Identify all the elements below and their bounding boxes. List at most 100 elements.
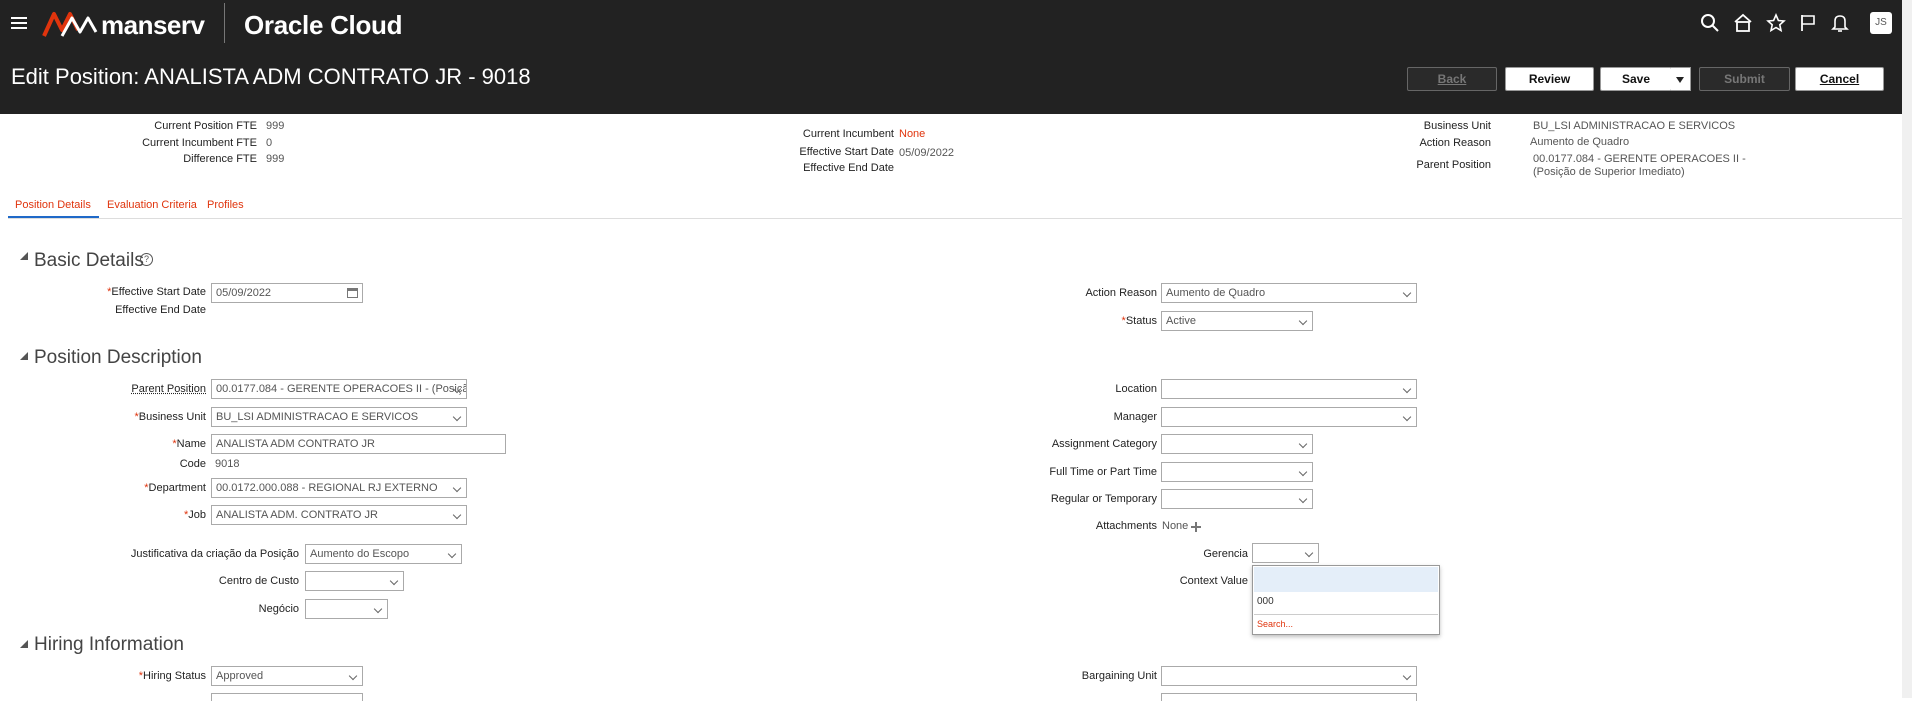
effective-start-date-input[interactable]: 05/09/2022 (211, 283, 363, 303)
manserv-logo-icon (42, 10, 98, 38)
job-select[interactable]: ANALISTA ADM. CONTRATO JR (211, 505, 467, 525)
add-attachment-icon[interactable] (1191, 522, 1201, 532)
current-incumbent-value[interactable]: None (899, 128, 925, 140)
full-part-time-select[interactable] (1161, 462, 1313, 482)
search-icon[interactable] (1700, 13, 1720, 33)
code-value: 9018 (215, 458, 239, 470)
manager-field-label: Manager (1114, 411, 1157, 423)
dropdown-search-link[interactable]: Search... (1257, 619, 1293, 629)
gerencia-dropdown-list: 000 Search... (1252, 565, 1440, 635)
hiring-status-field-label: *Hiring Status (139, 670, 206, 682)
effective-start-date-field-label: *Effective Start Date (107, 286, 206, 298)
full-part-time-field-label: Full Time or Part Time (1049, 466, 1157, 478)
parent-position-field-label[interactable]: Parent Position (131, 383, 206, 395)
submit-button[interactable]: Submit (1699, 67, 1790, 91)
status-field-label: *Status (1122, 315, 1157, 327)
tab-evaluation-criteria[interactable]: Evaluation Criteria (107, 199, 197, 211)
code-field-label: Code (180, 458, 206, 470)
global-header: manserv Oracle Cloud JS Edit Position: A… (0, 0, 1902, 114)
bell-icon[interactable] (1830, 13, 1850, 33)
flag-icon[interactable] (1798, 13, 1818, 33)
assignment-category-select[interactable] (1161, 434, 1313, 454)
hiring-status-select[interactable]: Approved (211, 666, 363, 686)
product-name[interactable]: Oracle Cloud (244, 10, 402, 41)
hiring-information-title: Hiring Information (34, 634, 184, 656)
save-options-chevron-down-icon[interactable] (1671, 67, 1691, 91)
name-field-label: *Name (172, 438, 206, 450)
home-icon[interactable] (1733, 13, 1753, 33)
difference-fte-label: Difference FTE (183, 153, 257, 165)
help-icon[interactable]: ? (140, 253, 153, 266)
save-button[interactable]: Save (1600, 67, 1672, 91)
current-position-fte-value: 999 (266, 120, 284, 132)
difference-fte-value: 999 (266, 153, 284, 165)
parent-position-value-line2: (Posição de Superior Imediato) (1533, 166, 1685, 178)
action-reason-value: Aumento de Quadro (1530, 136, 1629, 148)
effective-end-date-label: Effective End Date (803, 162, 894, 174)
basic-details-title: Basic Details (34, 250, 144, 272)
context-value-field-label: Context Value (1180, 575, 1248, 587)
attachments-field-label: Attachments (1096, 520, 1157, 532)
menu-icon[interactable] (11, 17, 27, 30)
tab-divider (8, 218, 1902, 219)
effective-end-date-field-label: Effective End Date (115, 304, 206, 316)
star-icon[interactable] (1766, 13, 1786, 33)
current-incumbent-label: Current Incumbent (803, 128, 894, 140)
department-select[interactable]: 00.0172.000.088 - REGIONAL RJ EXTERNO (211, 478, 467, 498)
back-button[interactable]: Back (1407, 67, 1497, 91)
action-reason-label: Action Reason (1419, 137, 1491, 149)
gerencia-select[interactable] (1252, 543, 1319, 563)
next-row-field-partial-right[interactable] (1161, 693, 1417, 701)
attachments-value: None (1162, 520, 1188, 532)
scrollbar-track[interactable] (1902, 0, 1912, 698)
bargaining-unit-select[interactable] (1161, 666, 1417, 686)
gerencia-option-blank[interactable] (1254, 567, 1438, 592)
tab-position-details[interactable]: Position Details (15, 199, 91, 211)
regular-temporary-select[interactable] (1161, 489, 1313, 509)
location-field-label: Location (1115, 383, 1157, 395)
calendar-icon[interactable] (347, 288, 358, 298)
action-reason-select[interactable]: Aumento de Quadro (1161, 283, 1417, 303)
user-avatar[interactable]: JS (1870, 12, 1892, 34)
current-position-fte-label: Current Position FTE (154, 120, 257, 132)
collapse-basic-details-icon[interactable] (20, 252, 28, 260)
business-unit-select[interactable]: BU_LSI ADMINISTRACAO E SERVICOS (211, 407, 467, 427)
effective-start-date-value: 05/09/2022 (899, 147, 954, 159)
collapse-position-description-icon[interactable] (20, 352, 28, 360)
name-input[interactable]: ANALISTA ADM CONTRATO JR (211, 434, 506, 454)
negocio-field-label: Negócio (259, 603, 299, 615)
next-row-field-partial[interactable] (211, 693, 363, 701)
assignment-category-field-label: Assignment Category (1052, 438, 1157, 450)
status-select[interactable]: Active (1161, 311, 1313, 331)
negocio-select[interactable] (305, 599, 388, 619)
position-description-title: Position Description (34, 347, 202, 369)
current-incumbent-fte-value: 0 (266, 137, 272, 149)
justificativa-field-label: Justificativa da criação da Posição (131, 548, 299, 560)
bargaining-unit-field-label: Bargaining Unit (1082, 670, 1157, 682)
parent-position-select[interactable]: 00.0177.084 - GERENTE OPERACOES II - (Po… (211, 379, 467, 399)
business-unit-label: Business Unit (1424, 120, 1491, 132)
business-unit-value: BU_LSI ADMINISTRACAO E SERVICOS (1533, 120, 1735, 132)
parent-position-value-line1: 00.0177.084 - GERENTE OPERACOES II - (1533, 153, 1746, 165)
effective-start-date-label: Effective Start Date (799, 146, 894, 158)
tab-profiles[interactable]: Profiles (207, 199, 244, 211)
manager-select[interactable] (1161, 407, 1417, 427)
cancel-button[interactable]: Cancel (1795, 67, 1884, 91)
gerencia-option-000[interactable]: 000 (1257, 596, 1274, 607)
parent-position-label: Parent Position (1416, 159, 1491, 171)
brand-name: manserv (101, 10, 204, 41)
centro-custo-select[interactable] (305, 571, 404, 591)
review-button[interactable]: Review (1505, 67, 1594, 91)
brand-divider (224, 3, 225, 43)
department-field-label: *Department (144, 482, 206, 494)
page-title: Edit Position: ANALISTA ADM CONTRATO JR … (11, 64, 531, 90)
action-reason-field-label: Action Reason (1085, 287, 1157, 299)
job-field-label: *Job (184, 509, 206, 521)
justificativa-select[interactable]: Aumento do Escopo (305, 544, 462, 564)
location-select[interactable] (1161, 379, 1417, 399)
collapse-hiring-information-icon[interactable] (20, 640, 28, 648)
dropdown-divider (1254, 614, 1438, 615)
regular-temporary-field-label: Regular or Temporary (1051, 493, 1157, 505)
gerencia-field-label: Gerencia (1203, 548, 1248, 560)
current-incumbent-fte-label: Current Incumbent FTE (142, 137, 257, 149)
